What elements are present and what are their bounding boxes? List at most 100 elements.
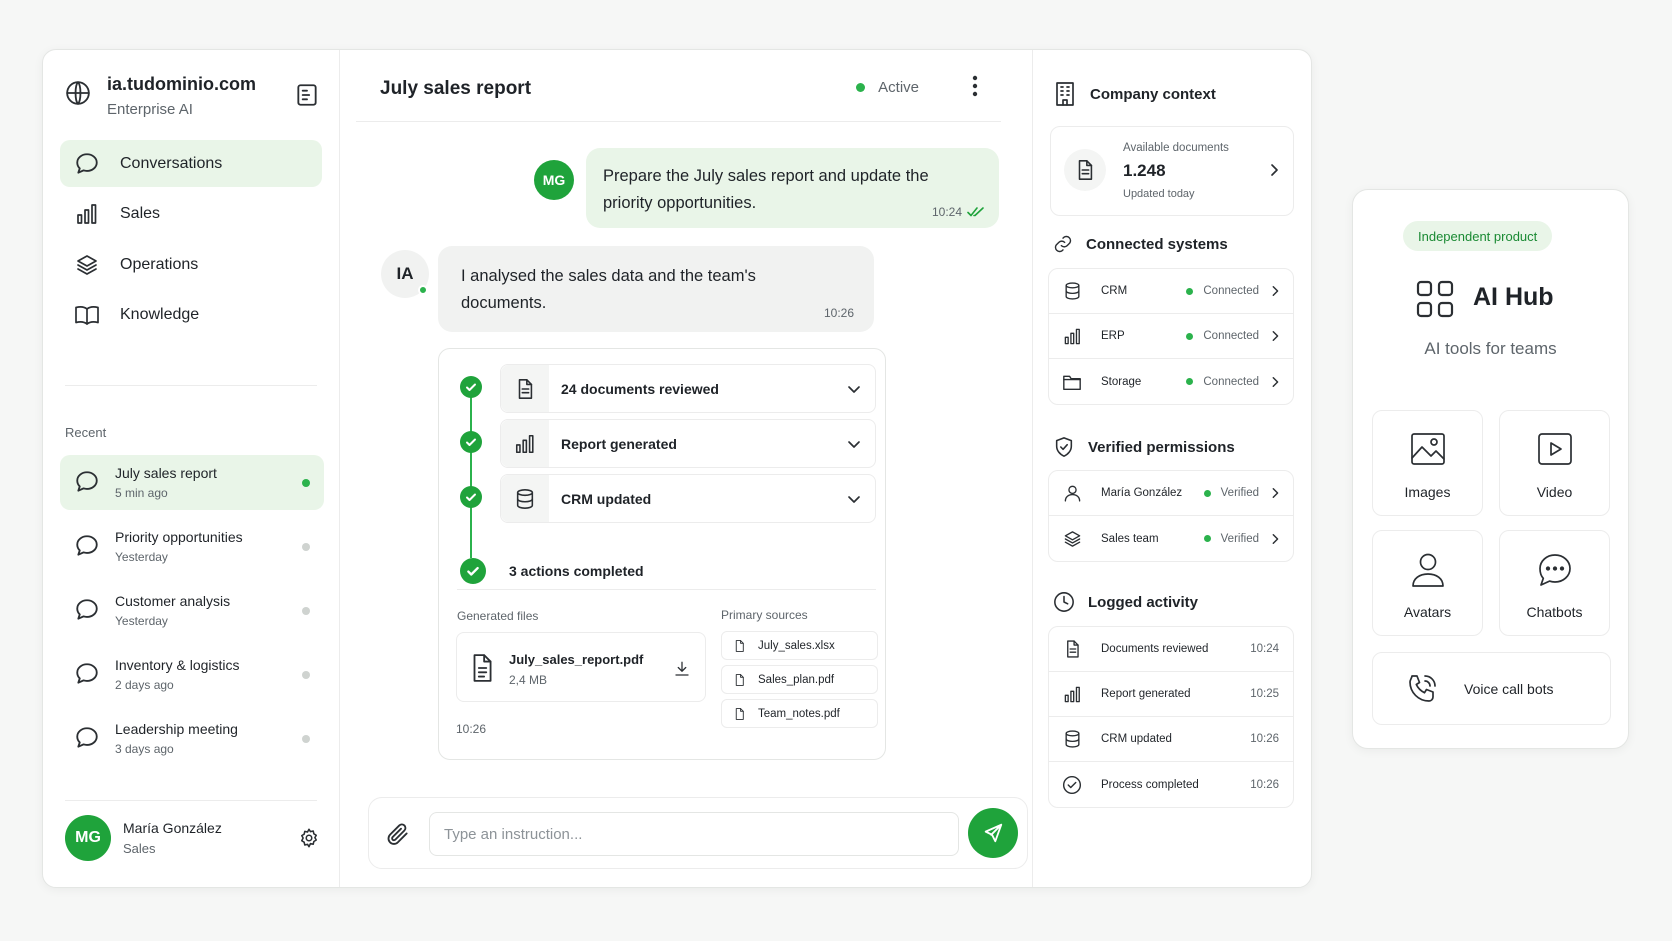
document-icon — [735, 673, 744, 686]
documents-count: 1.248 — [1123, 161, 1166, 180]
status-dot — [856, 83, 866, 92]
hub-title: AI Hub — [1473, 283, 1554, 311]
chevron-down-icon[interactable] — [847, 382, 861, 396]
steps-connector — [470, 393, 472, 558]
recent-item[interactable]: Customer analysis Yesterday — [60, 583, 324, 638]
file-size: 2,4 MB — [509, 673, 548, 687]
user-profile[interactable]: MG María González Sales — [65, 815, 320, 865]
system-row-crm[interactable]: CRM Connected — [1049, 269, 1293, 314]
task-summary-card: 24 documents reviewed Report generated C… — [438, 348, 886, 760]
chat-bubble-icon — [76, 535, 98, 556]
step-documents-reviewed[interactable]: 24 documents reviewed — [500, 364, 876, 413]
system-row-erp[interactable]: ERP Connected — [1049, 314, 1293, 359]
tool-chatbots[interactable]: Chatbots — [1499, 530, 1610, 636]
assistant-initials: IA — [396, 264, 414, 283]
source-file[interactable]: Sales_plan.pdf — [721, 665, 878, 694]
database-icon — [1064, 730, 1080, 748]
database-icon — [1064, 282, 1080, 300]
download-icon[interactable] — [673, 660, 691, 678]
recent-heading: Recent — [65, 425, 107, 440]
chevron-right-icon[interactable] — [1269, 533, 1281, 545]
tool-avatars[interactable]: Avatars — [1372, 530, 1483, 636]
avatar: MG — [65, 815, 111, 861]
user-name: María González — [123, 820, 222, 836]
chevron-right-icon[interactable] — [1269, 487, 1281, 499]
source-name: July_sales.xlsx — [758, 639, 835, 652]
more-options-icon[interactable] — [969, 74, 981, 98]
collapse-sidebar-icon[interactable] — [294, 82, 320, 108]
section-title: Logged activity — [1053, 591, 1198, 613]
gear-icon[interactable] — [298, 827, 320, 849]
activity-row: Report generated 10:25 — [1049, 672, 1293, 717]
user-message-avatar: MG — [534, 160, 574, 200]
section-title: Verified permissions — [1053, 435, 1235, 459]
permission-row[interactable]: Sales team Verified — [1049, 516, 1293, 561]
logged-activity-list: Documents reviewed 10:24 Report generate… — [1048, 626, 1294, 808]
recent-item[interactable]: Priority opportunities Yesterday — [60, 519, 324, 574]
step-label: CRM updated — [561, 490, 652, 507]
recent-item[interactable]: July sales report 5 min ago — [60, 455, 324, 510]
chat-bubble-icon — [76, 727, 98, 748]
documents-updated: Updated today — [1123, 188, 1195, 200]
nav-item-conversations[interactable]: Conversations — [60, 140, 322, 187]
chat-bubble-icon — [76, 471, 98, 492]
chevron-right-icon[interactable] — [1269, 330, 1281, 342]
tool-voice-call-bots[interactable]: Voice call bots — [1372, 652, 1611, 725]
chat-bubble-icon — [76, 152, 98, 174]
tool-video[interactable]: Video — [1499, 410, 1610, 516]
person-icon — [1064, 485, 1080, 502]
chat-dots-icon — [1538, 554, 1571, 586]
assistant-avatar: IA — [381, 250, 429, 298]
nav-item-sales[interactable]: Sales — [60, 191, 322, 238]
generated-file[interactable]: July_sales_report.pdf 2,4 MB — [456, 632, 706, 702]
recent-item-time: 5 min ago — [115, 486, 168, 500]
paperclip-icon[interactable] — [385, 821, 411, 847]
system-row-storage[interactable]: Storage Connected — [1049, 359, 1293, 404]
actions-completed-label: 3 actions completed — [509, 563, 644, 579]
nav-item-knowledge[interactable]: Knowledge — [60, 292, 322, 339]
connected-systems-list: CRM Connected ERP Connected Storage Conn… — [1048, 268, 1294, 405]
chevron-down-icon[interactable] — [847, 437, 861, 451]
building-icon — [1056, 82, 1074, 106]
available-documents-card[interactable]: Available documents 1.248 Updated today — [1050, 126, 1294, 216]
send-button[interactable] — [968, 808, 1018, 858]
brand-domain: ia.tudominio.com — [107, 74, 257, 94]
company-context-panel: Company context Available documents 1.24… — [1032, 50, 1311, 887]
step-crm-updated[interactable]: CRM updated — [500, 474, 876, 523]
chevron-down-icon[interactable] — [847, 492, 861, 506]
recent-item[interactable]: Inventory & logistics 2 days ago — [60, 647, 324, 702]
nav-item-operations[interactable]: Operations — [60, 241, 322, 288]
section-title: Connected systems — [1053, 234, 1228, 254]
ai-hub-card: Independent product AI Hub AI tools for … — [1352, 189, 1629, 749]
assistant-message: I analysed the sales data and the team's… — [438, 246, 874, 332]
permission-row[interactable]: María González Verified — [1049, 471, 1293, 516]
instruction-input[interactable] — [429, 812, 959, 856]
tool-label: Voice call bots — [1464, 681, 1554, 697]
chevron-right-icon[interactable] — [1269, 376, 1281, 388]
globe-icon — [66, 81, 90, 105]
app-window: ia.tudominio.com Enterprise AI Conversat… — [42, 49, 1312, 888]
status-dot — [302, 607, 310, 615]
document-icon — [1066, 640, 1079, 658]
file-name: July_sales_report.pdf — [509, 652, 644, 667]
book-icon — [75, 306, 99, 325]
tool-images[interactable]: Images — [1372, 410, 1483, 516]
layers-icon — [1064, 530, 1080, 547]
status-dot — [302, 735, 310, 743]
source-file[interactable]: Team_notes.pdf — [721, 699, 878, 728]
folder-icon — [1063, 375, 1081, 390]
sidebar: ia.tudominio.com Enterprise AI Conversat… — [43, 50, 340, 887]
chevron-right-icon[interactable] — [1269, 285, 1281, 297]
source-file[interactable]: July_sales.xlsx — [721, 631, 878, 660]
tool-label: Video — [1536, 484, 1573, 500]
recent-item[interactable]: Leadership meeting 3 days ago — [60, 711, 324, 766]
sidebar-divider — [65, 800, 317, 801]
hub-subtitle: AI tools for teams — [1424, 339, 1557, 358]
activity-row: Process completed 10:26 — [1049, 762, 1293, 807]
recent-item-time: 3 days ago — [115, 742, 174, 756]
image-icon — [1410, 433, 1445, 465]
step-report-generated[interactable]: Report generated — [500, 419, 876, 468]
play-icon — [1537, 433, 1572, 465]
message-time: 10:24 — [931, 205, 962, 219]
chevron-right-icon[interactable] — [1267, 163, 1281, 177]
